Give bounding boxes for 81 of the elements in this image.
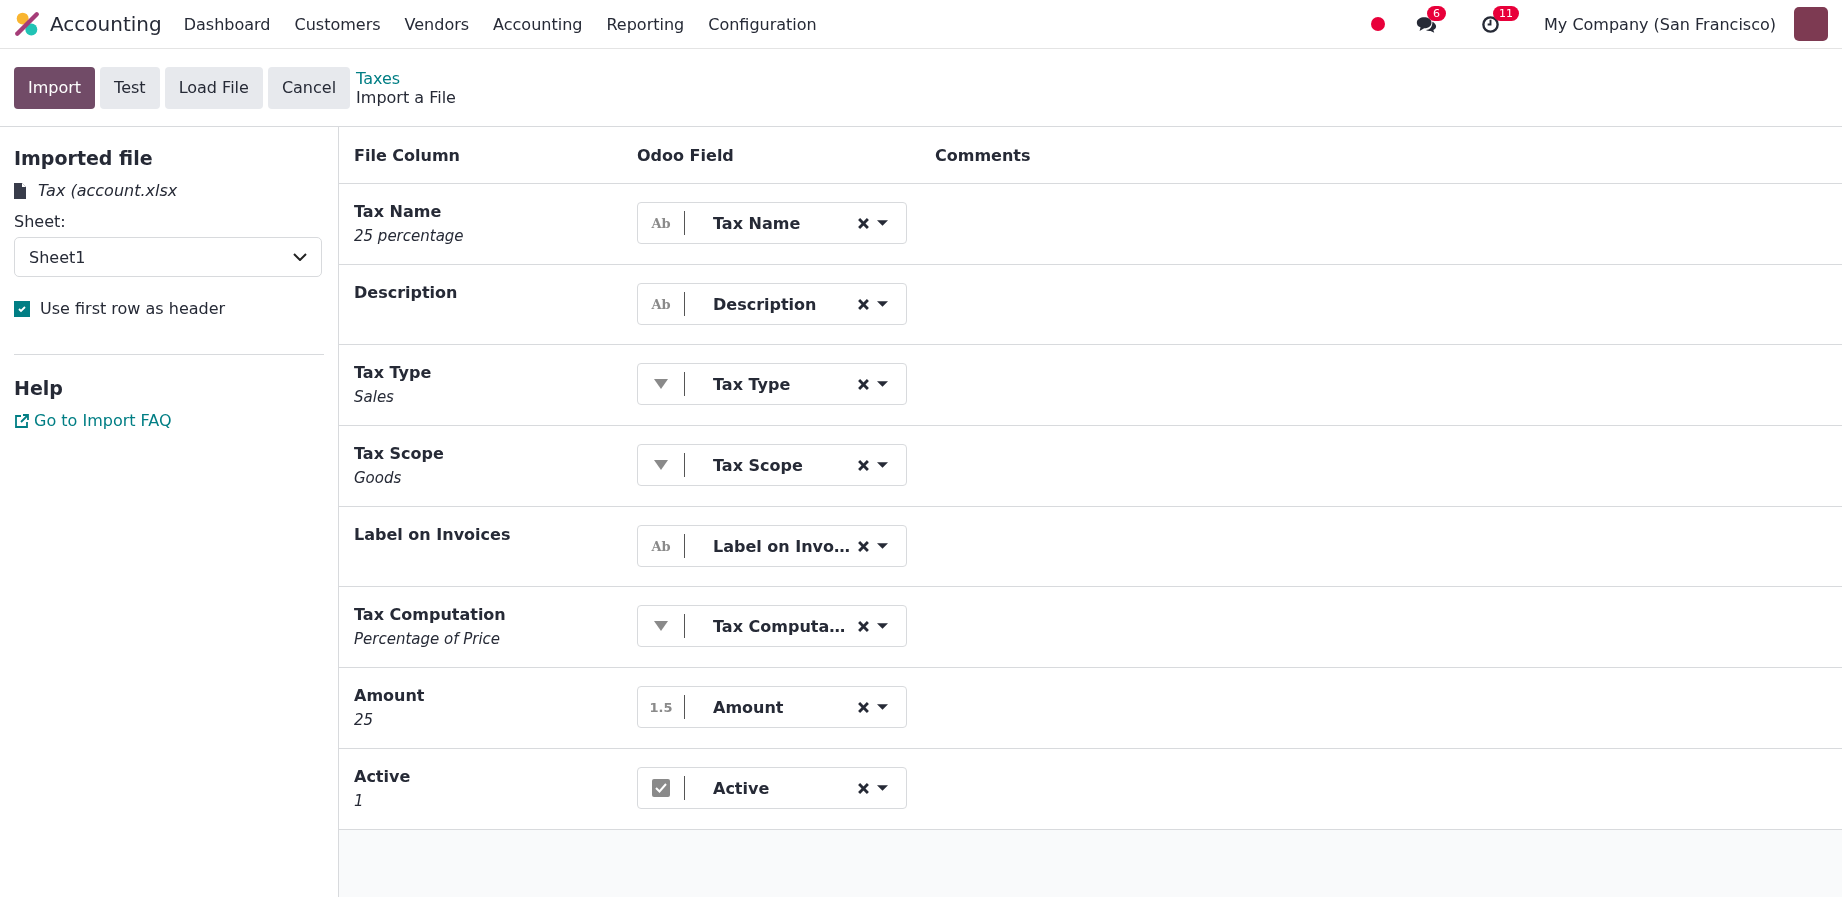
sample-value: Goods bbox=[354, 469, 403, 487]
column-header: Comments bbox=[935, 145, 1031, 165]
clock-icon[interactable] bbox=[1481, 14, 1501, 34]
sample-value: Sales bbox=[354, 388, 395, 406]
external-link-icon bbox=[14, 412, 30, 429]
triangle-down-icon bbox=[654, 621, 668, 631]
field-select[interactable]: Tax Computa… bbox=[637, 605, 907, 647]
triangle-down-icon bbox=[654, 379, 668, 389]
file-column-name: Tax Scope bbox=[354, 444, 445, 463]
sample-value: 25 bbox=[354, 711, 375, 729]
file-icon bbox=[14, 182, 26, 199]
menu-item[interactable]: Accounting bbox=[493, 14, 583, 34]
clear-icon[interactable] bbox=[858, 217, 869, 229]
field-select[interactable]: Ab Tax Name bbox=[637, 202, 907, 244]
breadcrumb-link[interactable]: Taxes bbox=[356, 68, 456, 88]
file-column-name: Label on Invoices bbox=[354, 525, 512, 544]
action-button[interactable]: Test bbox=[100, 66, 160, 109]
section-title: Imported file bbox=[14, 147, 154, 169]
clear-icon[interactable] bbox=[858, 378, 869, 390]
field-type-label: Ab bbox=[651, 538, 671, 554]
file-column-name: Tax Type bbox=[354, 363, 433, 382]
notification-badge: 6 bbox=[1427, 5, 1447, 21]
section-title: Help bbox=[14, 377, 64, 399]
column-header: Odoo Field bbox=[637, 145, 735, 165]
menu-item[interactable]: Vendors bbox=[404, 14, 470, 34]
file-column-name: Amount bbox=[354, 686, 426, 705]
caret-icon[interactable] bbox=[877, 785, 888, 791]
caret-icon[interactable] bbox=[877, 462, 888, 468]
checkbox-icon bbox=[652, 779, 670, 797]
status-dot-icon[interactable] bbox=[1371, 17, 1386, 31]
menu-item[interactable]: Customers bbox=[294, 14, 381, 34]
sample-value: 1 bbox=[354, 792, 365, 810]
page-title: Import a File bbox=[356, 87, 456, 107]
clear-icon[interactable] bbox=[858, 540, 869, 552]
caret-icon[interactable] bbox=[877, 543, 888, 549]
column-header: File Column bbox=[353, 145, 461, 165]
caret-icon[interactable] bbox=[877, 704, 888, 710]
checkbox-label: Use first row as header bbox=[40, 299, 226, 318]
field-select[interactable]: Ab Description bbox=[637, 283, 907, 325]
file-column-name: Tax Name bbox=[354, 202, 443, 221]
clear-icon[interactable] bbox=[858, 701, 869, 713]
file-column-name: Active bbox=[354, 767, 412, 786]
action-button[interactable]: Cancel bbox=[267, 66, 351, 109]
sheet-label: Sheet: bbox=[14, 212, 67, 231]
field-select[interactable]: Active bbox=[637, 767, 907, 809]
caret-icon[interactable] bbox=[877, 220, 888, 226]
field-select[interactable]: 1.5 Amount bbox=[637, 686, 907, 728]
caret-icon[interactable] bbox=[877, 623, 888, 629]
menu-item[interactable]: Reporting bbox=[606, 14, 685, 34]
company-switcher[interactable]: My Company (San Francisco) bbox=[1544, 14, 1776, 34]
checkmark-icon bbox=[17, 303, 27, 314]
sample-value: 25 percentage bbox=[354, 227, 465, 245]
sheet-select[interactable]: Sheet1 bbox=[14, 237, 322, 277]
sample-value: Percentage of Price bbox=[354, 630, 502, 648]
field-type-label: Ab bbox=[651, 215, 671, 231]
field-select[interactable]: Tax Type bbox=[637, 363, 907, 405]
chevron-down-icon bbox=[293, 253, 307, 261]
file-column-name: Tax Computation bbox=[354, 605, 507, 624]
file-name: Tax (account.xlsx bbox=[38, 181, 178, 200]
app-logo-icon[interactable] bbox=[14, 11, 40, 37]
clear-icon[interactable] bbox=[858, 620, 869, 632]
menu-item[interactable]: Configuration bbox=[708, 14, 817, 34]
field-select[interactable]: Ab Label on Invo… bbox=[637, 525, 907, 567]
clear-icon[interactable] bbox=[858, 298, 869, 310]
checkbox[interactable] bbox=[14, 300, 30, 317]
triangle-down-icon bbox=[654, 460, 668, 470]
field-type-label: 1.5 bbox=[649, 699, 673, 715]
caret-icon[interactable] bbox=[877, 381, 888, 387]
notification-badge: 11 bbox=[1493, 5, 1520, 21]
clear-icon[interactable] bbox=[858, 782, 869, 794]
caret-icon[interactable] bbox=[877, 301, 888, 307]
file-column-name: Description bbox=[354, 283, 459, 302]
field-type-label: Ab bbox=[651, 296, 671, 312]
action-button[interactable]: Load File bbox=[164, 66, 263, 109]
clear-icon[interactable] bbox=[858, 459, 869, 471]
user-avatar[interactable] bbox=[1794, 7, 1828, 41]
field-select[interactable]: Tax Scope bbox=[637, 444, 907, 486]
action-button[interactable]: Import bbox=[14, 66, 96, 109]
app-name[interactable]: Accounting bbox=[50, 12, 162, 36]
menu-item[interactable]: Dashboard bbox=[183, 14, 271, 34]
faq-link[interactable]: Go to Import FAQ bbox=[34, 411, 172, 430]
